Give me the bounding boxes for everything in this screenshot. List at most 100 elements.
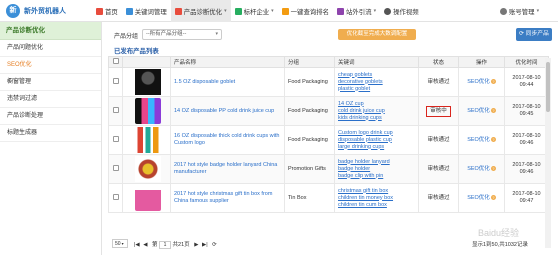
thumb-cell [122,125,171,155]
keyword-link[interactable]: badge holder [338,166,418,173]
sidebar-item-showcase[interactable]: 橱窗管理 [0,74,101,91]
keyword-link[interactable]: 14 OZ cup [338,101,418,108]
row-select-cell[interactable] [108,67,123,97]
keyword-link[interactable]: badge holder lanyard [338,159,418,166]
col-date[interactable]: 优化时间 [504,56,549,68]
row-checkbox[interactable] [112,135,119,142]
nav-item-benchmark[interactable]: 标杆企业 ▾ [231,0,278,22]
keyword-link[interactable]: disposable plastic cup [338,137,418,144]
nav-item-home[interactable]: 首页 [92,0,122,22]
keyword-link[interactable]: kids drinking cups [338,115,418,122]
nav-item-ranking[interactable]: 一键查询排名 [278,0,333,22]
keyword-link[interactable]: decorative goblets [338,79,418,86]
chevron-down-icon: ▾ [215,31,218,37]
record-info: 显示1到50,共1032记录 [472,242,528,248]
nav-label: 一键查询排名 [290,8,330,16]
sidebar-header: 产品诊断优化 [0,22,101,40]
warning-badge[interactable]: 优化截至完成大数调配置 [338,29,416,40]
product-group: Promotion Gifts [284,154,335,184]
help-icon[interactable]: ? [490,194,496,200]
keyword-link[interactable]: cheap goblets [338,72,418,79]
page-number-input[interactable]: 1 [159,240,172,249]
nav-item-videos[interactable]: 操作视频 [380,0,423,22]
refresh-icon[interactable]: ⟳ [212,242,217,248]
keyword-link[interactable]: christmas gift tin box [338,188,418,195]
seo-optimize-link[interactable]: SEO优化? [467,195,496,201]
keyword-link[interactable]: large drinking cups [338,144,418,151]
col-name[interactable]: 产品名称 [170,56,285,68]
nav-item-product-optimize[interactable]: 产品诊断优化 ▾ [170,0,231,22]
nav-item-keywords[interactable]: 关键词管理 [122,0,171,22]
sync-label: 同步产品 [525,31,549,37]
table-row[interactable]: 1.5 OZ disposable goblet Food Packaging … [108,67,549,97]
brand-logo[interactable]: 新 新外贸机器人 [6,4,66,18]
product-name[interactable]: 2017 hot style badge holder lanyard Chin… [170,154,285,184]
sidebar-item-banned-words[interactable]: 违禁词过滤 [0,91,101,108]
seo-optimize-link[interactable]: SEO优化? [467,108,496,114]
first-page-icon[interactable]: |◀ [134,242,140,248]
sync-products-button[interactable]: ⟳ 同步产品 [516,28,552,41]
account-menu[interactable]: 账号管理 ▾ [500,0,539,22]
seo-optimize-link[interactable]: SEO优化? [467,79,496,85]
nav-item-traffic[interactable]: 站外引流 ▾ [333,0,380,22]
col-group[interactable]: 分组 [284,56,335,68]
product-name[interactable]: 16 OZ disposable thick cold drink cups w… [170,125,285,155]
row-checkbox[interactable] [112,106,119,113]
sidebar-item-problem-optimize[interactable]: 产品问题优化 [0,40,101,57]
keyword-link[interactable]: children tin cum box [338,202,418,209]
help-icon[interactable]: ? [490,136,496,142]
product-name[interactable]: 1.5 OZ disposable goblet [170,67,285,97]
keyword-link[interactable]: plastic goblet [338,86,418,93]
thumb-cell [122,96,171,126]
keyword-link[interactable]: children tin money box [338,195,418,202]
help-icon[interactable]: ? [490,165,496,171]
page-suffix: 共21页 [172,242,190,248]
product-name[interactable]: 14 OZ disposable PP cold drink juice cup [170,96,285,126]
table-row[interactable]: 16 OZ disposable thick cold drink cups w… [108,125,549,155]
vertical-scrollbar[interactable] [545,58,551,248]
status-cell: 审核中 [418,96,459,126]
col-keywords[interactable]: 关键词 [334,56,419,68]
row-select-cell[interactable] [108,96,123,126]
product-name[interactable]: 2017 hot style christmas gift tin box fr… [170,183,285,213]
last-page-icon[interactable]: ▶| [202,242,208,248]
seo-optimize-link[interactable]: SEO优化? [467,137,496,143]
select-all-checkbox[interactable] [112,58,119,64]
sidebar-item-diagnose[interactable]: 产品诊断处理 [0,108,101,125]
row-checkbox[interactable] [112,193,119,200]
play-icon [384,7,392,15]
product-thumbnail[interactable] [135,98,161,124]
keywords-cell: christmas gift tin box children tin mone… [334,183,419,213]
scrollbar-thumb[interactable] [546,62,550,112]
row-select-cell[interactable] [108,154,123,184]
table-row[interactable]: 2017 hot style christmas gift tin box fr… [108,183,549,213]
category-select[interactable]: --所有产品分组-- ▾ [142,29,222,40]
seo-optimize-link[interactable]: SEO优化? [467,166,496,172]
product-thumbnail[interactable] [135,185,161,211]
product-thumbnail[interactable] [135,69,161,95]
select-all-cell[interactable] [108,56,123,68]
page-size-select[interactable]: 50▾ [112,239,128,248]
table-row[interactable]: 2017 hot style badge holder lanyard Chin… [108,154,549,184]
table-row[interactable]: 14 OZ disposable PP cold drink juice cup… [108,96,549,126]
col-status[interactable]: 状态 [418,56,459,68]
help-icon[interactable]: ? [490,78,496,84]
row-checkbox[interactable] [112,164,119,171]
keyword-link[interactable]: cold drink juice cup [338,108,418,115]
product-thumbnail[interactable] [135,156,161,182]
keyword-link[interactable]: Custom logo drink cup [338,130,418,137]
page-prefix: 第 [151,242,158,248]
product-thumbnail[interactable] [135,127,161,153]
row-select-cell[interactable] [108,125,123,155]
next-page-icon[interactable]: ▶ [194,242,198,248]
row-checkbox[interactable] [112,77,119,84]
keyword-link[interactable]: badge clip with pin [338,173,418,180]
sidebar-item-title-generator[interactable]: 标题生成器 [0,125,101,142]
help-icon[interactable]: ? [490,107,496,113]
sidebar-item-seo[interactable]: SEO优化 [0,57,101,74]
top-navbar: 新 新外贸机器人 首页 关键词管理 产品诊断优化 ▾ 标杆企业 ▾ 一键查询排名… [0,0,558,22]
prev-page-icon[interactable]: ◀ [143,242,147,248]
row-select-cell[interactable] [108,183,123,213]
date-cell: 2017-08-10 09:44 [504,67,549,97]
status-cell: 审核通过 [418,67,459,97]
